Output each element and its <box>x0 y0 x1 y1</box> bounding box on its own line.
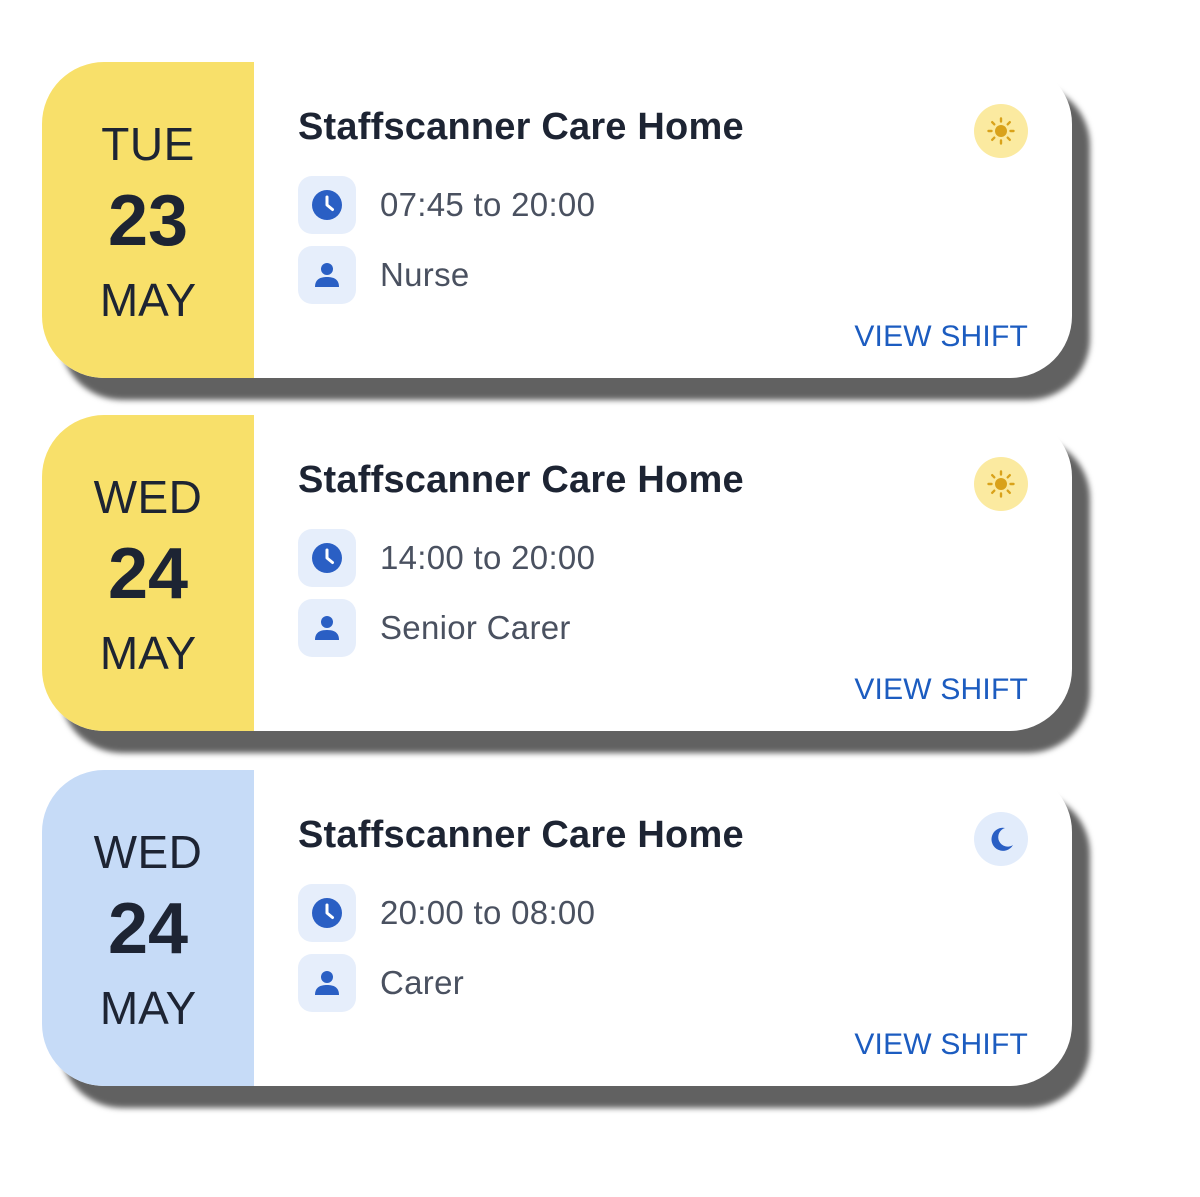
site-name: Staffscanner Care Home <box>298 814 744 856</box>
site-name: Staffscanner Care Home <box>298 459 744 501</box>
date-block: WED 24 MAY <box>42 415 254 731</box>
weekday: TUE <box>101 118 195 170</box>
person-icon <box>298 954 356 1012</box>
moon-icon <box>974 812 1028 866</box>
day-number: 24 <box>107 889 189 969</box>
card-body: Staffscanner Care Home <box>254 62 1072 378</box>
shift-list: TUE 23 MAY Staffscanner Care Home 07:45 … <box>0 0 1200 1197</box>
person-icon <box>298 599 356 657</box>
weekday: WED <box>93 826 203 878</box>
site-name: Staffscanner Care Home <box>298 106 744 148</box>
time-row: 20:00 to 08:00 <box>298 884 595 942</box>
sun-icon <box>974 457 1028 511</box>
shift-time: 14:00 to 20:00 <box>380 539 596 576</box>
day-number: 24 <box>107 534 189 614</box>
shift-time: 20:00 to 08:00 <box>380 894 596 931</box>
date-block: TUE 23 MAY <box>42 62 254 378</box>
day-number: 23 <box>107 181 189 261</box>
role-row: Senior Carer <box>298 599 571 657</box>
sun-icon <box>974 104 1028 158</box>
shift-role: Senior Carer <box>380 609 571 646</box>
date-block: WED 24 MAY <box>42 770 254 1086</box>
time-row: 14:00 to 20:00 <box>298 529 595 587</box>
month: MAY <box>99 982 197 1034</box>
shift-card[interactable]: WED 24 MAY Staffscanner Care Home 14:00 … <box>42 415 1072 731</box>
shift-role: Nurse <box>380 256 470 293</box>
role-row: Nurse <box>298 246 470 304</box>
view-shift-button[interactable]: VIEW SHIFT <box>854 673 1028 707</box>
clock-icon <box>298 176 356 234</box>
clock-icon <box>298 884 356 942</box>
person-icon <box>298 246 356 304</box>
role-row: Carer <box>298 954 464 1012</box>
shift-role: Carer <box>380 964 465 1001</box>
month: MAY <box>99 627 197 679</box>
view-shift-button[interactable]: VIEW SHIFT <box>854 320 1028 354</box>
card-body: Staffscanner Care Home <box>254 415 1072 731</box>
time-row: 07:45 to 20:00 <box>298 176 595 234</box>
shift-card[interactable]: TUE 23 MAY Staffscanner Care Home 07:45 … <box>42 62 1072 378</box>
shift-time: 07:45 to 20:00 <box>380 186 596 223</box>
view-shift-button[interactable]: VIEW SHIFT <box>854 1028 1028 1062</box>
month: MAY <box>99 274 197 326</box>
weekday: WED <box>93 471 203 523</box>
clock-icon <box>298 529 356 587</box>
card-body: Staffscanner Care Home 20:00 to 08:00 Ca… <box>254 770 1072 1086</box>
shift-card[interactable]: WED 24 MAY Staffscanner Care Home 20:00 … <box>42 770 1072 1086</box>
